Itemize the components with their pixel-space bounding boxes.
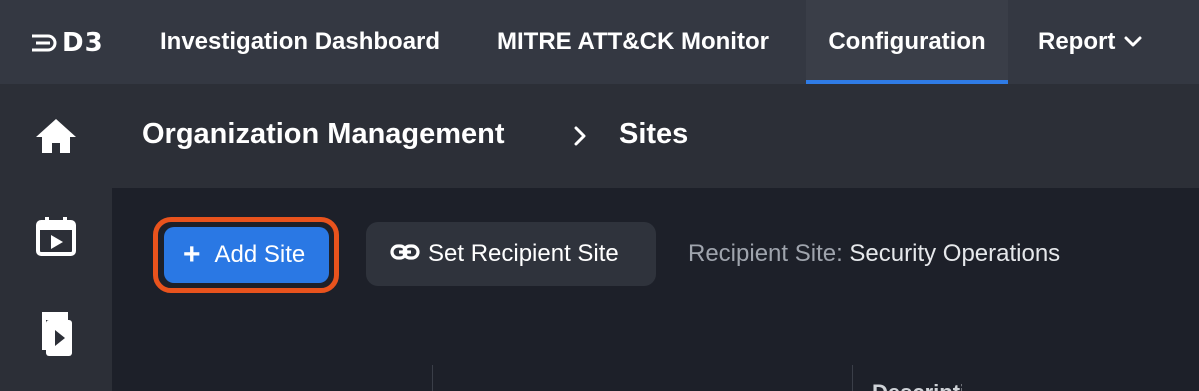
breadcrumb-parent[interactable]: Organization Management: [142, 118, 505, 151]
top-navbar: D3 Investigation Dashboard MITRE ATT&CK …: [0, 0, 1199, 84]
recipient-site-value: Security Operations: [849, 240, 1061, 267]
add-site-button[interactable]: + Add Site: [164, 227, 329, 283]
nav-label: Configuration: [828, 28, 986, 55]
nav-label: MITRE ATT&CK Monitor: [497, 28, 769, 55]
set-recipient-site-button[interactable]: Set Recipient Site: [366, 222, 656, 286]
nav-mitre-attack-monitor[interactable]: MITRE ATT&CK Monitor: [497, 0, 769, 84]
nav-label: Investigation Dashboard: [160, 28, 441, 55]
breadcrumb-current: Sites: [619, 118, 689, 150]
d3-logo[interactable]: D3: [30, 26, 114, 60]
left-sidebar: [0, 84, 112, 391]
nav-investigation-dashboard[interactable]: Investigation Dashboard: [160, 0, 440, 84]
calendar-play-icon[interactable]: [34, 214, 78, 258]
plus-icon: +: [183, 238, 201, 271]
column-divider: [852, 365, 853, 391]
recipient-site-label: Recipient Site:: [688, 240, 843, 267]
add-site-label: Add Site: [214, 241, 306, 268]
chevron-right-icon: [572, 124, 588, 153]
logo-mark-icon: [32, 34, 57, 52]
set-recipient-label: Set Recipient Site: [428, 240, 619, 267]
nav-configuration[interactable]: Configuration: [806, 0, 1008, 84]
playbook-icon[interactable]: [34, 312, 78, 356]
nav-label: Report: [1038, 28, 1116, 55]
recipient-site-info: Recipient Site: Security Operations: [688, 240, 1060, 268]
home-icon[interactable]: [34, 114, 78, 158]
nav-report[interactable]: Report: [1038, 0, 1143, 84]
table-column-header: Description: [872, 378, 962, 391]
chevron-down-icon: [1123, 35, 1143, 49]
logo-text: D3: [62, 28, 104, 58]
link-icon: [390, 240, 428, 268]
column-divider: [432, 365, 433, 391]
